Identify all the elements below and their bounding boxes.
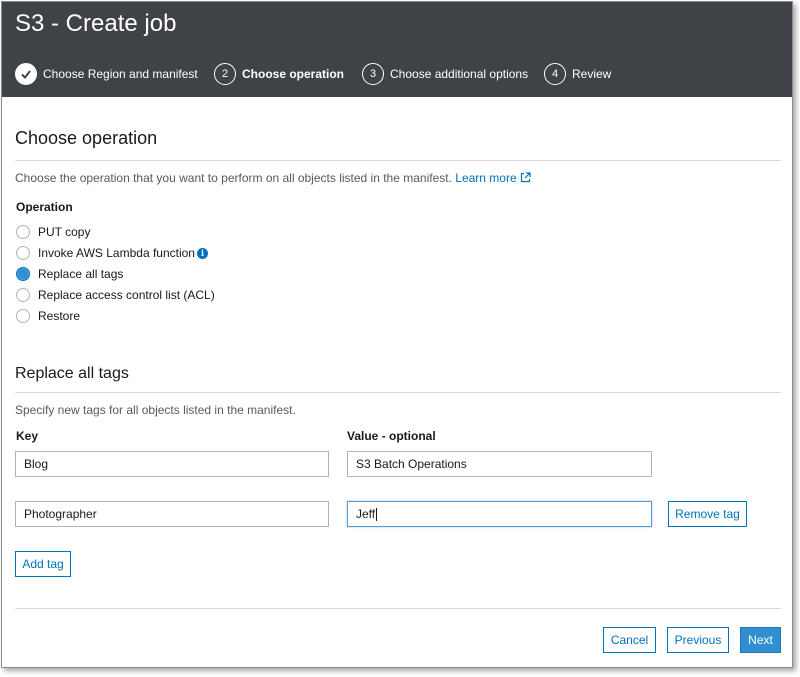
radio-button-selected[interactable] [16, 267, 30, 281]
tags-description: Specify new tags for all objects listed … [15, 403, 296, 417]
section-divider [15, 160, 781, 161]
create-job-window: S3 - Create job Choose Region and manife… [1, 1, 793, 668]
radio-put-copy[interactable]: PUT copy [16, 224, 90, 240]
step-choose-region[interactable]: Choose Region and manifest [15, 62, 198, 86]
radio-replace-acl[interactable]: Replace access control list (ACL) [16, 287, 215, 303]
radio-button[interactable] [16, 309, 30, 323]
step-label: Choose operation [242, 67, 345, 81]
radio-label: Replace access control list (ACL) [38, 288, 215, 302]
step-label: Choose Region and manifest [43, 67, 198, 81]
radio-button[interactable] [16, 246, 30, 260]
step-review[interactable]: 4 Review [544, 62, 611, 86]
radio-replace-all-tags[interactable]: Replace all tags [16, 266, 123, 282]
external-link-icon [520, 172, 531, 183]
tag-value-input-focused[interactable]: Jeff [347, 501, 652, 527]
learn-more-label: Learn more [455, 171, 517, 185]
radio-label: Restore [38, 309, 81, 323]
page-title: S3 - Create job [15, 10, 177, 37]
tag-value-text: Jeff [356, 507, 376, 521]
text-caret [376, 507, 378, 521]
key-label: Key [16, 429, 39, 443]
tag-key-input[interactable]: Blog [15, 451, 329, 477]
previous-button[interactable]: Previous [667, 627, 729, 653]
radio-label: Replace all tags [38, 267, 124, 281]
radio-label: PUT copy [38, 225, 91, 239]
step-number: 2 [214, 63, 236, 85]
cancel-button[interactable]: Cancel [603, 627, 656, 653]
step-label: Choose additional options [390, 67, 529, 81]
step-additional-options[interactable]: 3 Choose additional options [362, 62, 528, 86]
add-tag-button[interactable]: Add tag [15, 551, 71, 577]
choose-operation-heading: Choose operation [15, 128, 158, 148]
learn-more-link[interactable]: Learn more [455, 171, 531, 185]
page-header: S3 - Create job Choose Region and manife… [2, 2, 792, 97]
step-number: 4 [544, 63, 566, 85]
value-label: Value - optional [347, 429, 436, 443]
tag-key-input[interactable]: Photographer [15, 501, 329, 527]
radio-button[interactable] [16, 288, 30, 302]
section-divider [15, 392, 781, 393]
step-choose-operation[interactable]: 2 Choose operation [214, 62, 344, 86]
tag-value-input[interactable]: S3 Batch Operations [347, 451, 652, 477]
remove-tag-button[interactable]: Remove tag [668, 501, 747, 527]
next-button[interactable]: Next [740, 627, 781, 653]
radio-restore[interactable]: Restore [16, 308, 80, 324]
footer-divider [15, 608, 781, 609]
replace-tags-heading: Replace all tags [15, 365, 129, 382]
step-number: 3 [362, 63, 384, 85]
operation-label: Operation [16, 200, 73, 214]
radio-label: Invoke AWS Lambda function [38, 246, 195, 260]
radio-button[interactable] [16, 225, 30, 239]
checkmark-icon [15, 63, 37, 85]
radio-invoke-lambda[interactable]: Invoke AWS Lambda function i [16, 245, 208, 261]
operation-description: Choose the operation that you want to pe… [15, 171, 531, 185]
step-label: Review [572, 67, 612, 81]
info-icon[interactable]: i [196, 247, 208, 259]
operation-description-text: Choose the operation that you want to pe… [15, 171, 452, 185]
